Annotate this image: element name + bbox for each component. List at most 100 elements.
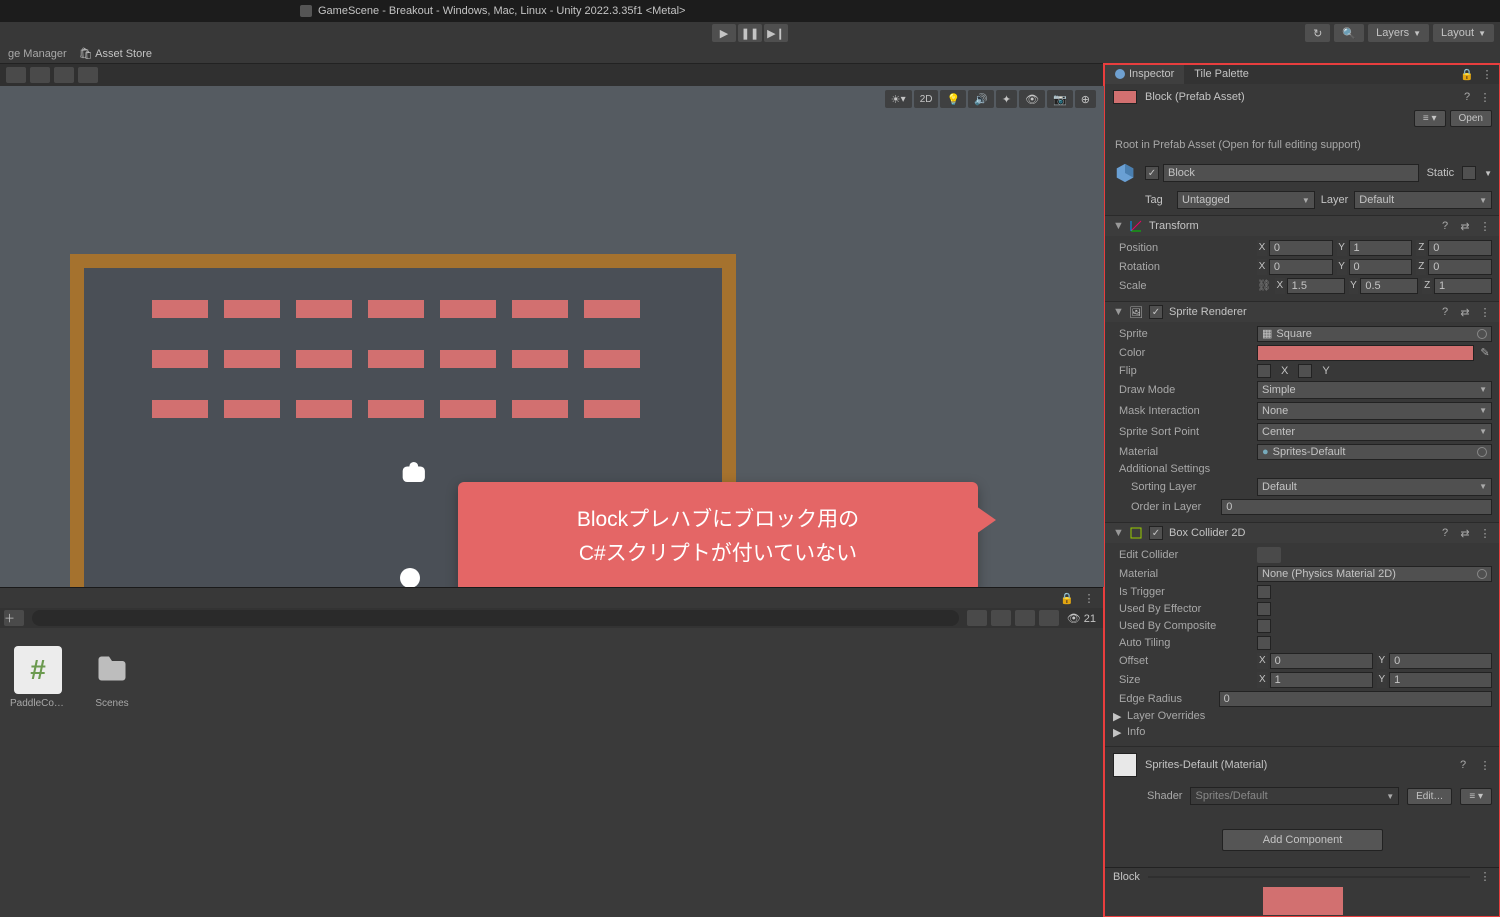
sprite-field[interactable]: ▦Square [1257,326,1492,342]
size-x-input[interactable] [1270,672,1373,688]
radius-input[interactable] [1219,691,1492,707]
package-manager-tab[interactable]: ge Manager [8,48,67,60]
autotile-checkbox[interactable] [1257,636,1271,650]
save-search-button[interactable] [1015,610,1035,626]
project-search-input[interactable] [32,610,959,626]
pos-z-input[interactable] [1428,240,1492,256]
info-label[interactable]: Info [1127,726,1267,738]
gizmos-button[interactable]: ⊕ [1075,90,1096,108]
hidden-packages-button[interactable] [1039,610,1059,626]
tool-snap-button[interactable] [54,67,74,83]
menu-icon[interactable]: ⋮ [1478,305,1492,319]
scene-camera-gizmo[interactable] [402,462,430,482]
layer-dropdown[interactable]: Default▼ [1354,191,1492,209]
shading-mode-button[interactable]: ☀▾ [885,90,912,108]
offset-x-input[interactable] [1270,653,1373,669]
chain-icon[interactable]: ⛓ [1257,279,1271,292]
sortlayer-dropdown[interactable]: Default▼ [1257,478,1492,496]
physics-material-field[interactable]: None (Physics Material 2D) [1257,566,1492,582]
project-add-button[interactable]: ＋ [4,610,24,626]
project-assets[interactable]: # PaddleCon… Scenes [0,628,1104,917]
preset-icon[interactable]: ⇄ [1458,219,1472,233]
effector-checkbox[interactable] [1257,602,1271,616]
static-checkbox[interactable] [1462,166,1476,180]
hidden-button[interactable]: 👁 [1019,90,1045,108]
open-prefab-button[interactable]: Open [1450,110,1492,127]
sprite-renderer-header[interactable]: ▼ 🖼 Sprite Renderer ?⇄⋮ [1105,302,1500,322]
rot-z-input[interactable] [1428,259,1492,275]
help-icon[interactable]: ? [1438,526,1452,540]
panel-menu-icon[interactable]: ⋮ [1082,591,1096,605]
menu-icon[interactable]: ⋮ [1478,219,1492,233]
color-field[interactable] [1257,345,1474,361]
edit-collider-button[interactable] [1257,547,1281,563]
tab-menu-icon[interactable]: ⋮ [1480,67,1494,81]
fold-icon[interactable]: ▶ [1113,710,1123,723]
transform-header[interactable]: ▼ Transform ?⇄⋮ [1105,216,1500,236]
filter-type-button[interactable] [967,610,987,626]
prefab-cube-icon[interactable] [1113,161,1137,185]
menu-icon[interactable]: ⋮ [1478,526,1492,540]
menu-icon[interactable]: ⋮ [1478,758,1492,772]
composite-checkbox[interactable] [1257,619,1271,633]
tool-grid-button[interactable] [30,67,50,83]
help-icon[interactable]: ? [1460,90,1474,104]
drawmode-dropdown[interactable]: Simple▼ [1257,381,1492,399]
preset-icon[interactable]: ⇄ [1458,305,1472,319]
material-section[interactable]: Sprites-Default (Material) ? ⋮ [1105,746,1500,783]
overrides-label[interactable]: Layer Overrides [1127,710,1267,722]
object-picker-icon[interactable] [1477,447,1487,457]
camera-button[interactable]: 📷 [1047,90,1073,108]
tool-incr-button[interactable] [78,67,98,83]
order-input[interactable] [1221,499,1492,515]
offset-y-input[interactable] [1389,653,1492,669]
object-picker-icon[interactable] [1477,329,1487,339]
asset-item[interactable]: Scenes [84,646,140,709]
sortpoint-dropdown[interactable]: Center▼ [1257,423,1492,441]
fx-button[interactable]: ✦ [996,90,1017,108]
shader-menu-button[interactable]: ≡ ▾ [1460,788,1492,805]
asset-item[interactable]: # PaddleCon… [10,646,66,709]
scale-x-input[interactable] [1287,278,1345,294]
flip-x-checkbox[interactable] [1257,364,1271,378]
tool-pivot-button[interactable] [6,67,26,83]
material-field[interactable]: ●Sprites-Default [1257,444,1492,460]
help-icon[interactable]: ? [1438,305,1452,319]
preset-icon[interactable]: ⇄ [1458,526,1472,540]
step-button[interactable]: ▶❙ [764,24,788,42]
footer-menu-icon[interactable]: ⋮ [1478,870,1492,884]
flip-y-checkbox[interactable] [1298,364,1312,378]
scale-y-input[interactable] [1360,278,1418,294]
filter-label-button[interactable] [991,610,1011,626]
header-menu-icon[interactable]: ⋮ [1478,90,1492,104]
undo-history-button[interactable]: ↻ [1305,24,1330,42]
sprite-enabled-checkbox[interactable] [1149,305,1163,319]
pause-button[interactable]: ❚❚ [738,24,762,42]
help-icon[interactable]: ? [1456,758,1470,772]
help-icon[interactable]: ? [1438,219,1452,233]
lock-icon[interactable]: 🔒 [1460,67,1474,81]
scale-z-input[interactable] [1434,278,1492,294]
lighting-button[interactable]: 💡 [940,90,966,108]
asset-store-tab[interactable]: 🛍 Asset Store [79,47,152,60]
shader-edit-button[interactable]: Edit… [1407,788,1452,805]
collider-enabled-checkbox[interactable] [1149,526,1163,540]
size-y-input[interactable] [1389,672,1492,688]
lock-icon[interactable]: 🔒 [1060,591,1074,605]
pos-x-input[interactable] [1269,240,1333,256]
mask-dropdown[interactable]: None▼ [1257,402,1492,420]
tag-dropdown[interactable]: Untagged▼ [1177,191,1315,209]
fold-icon[interactable]: ▶ [1113,726,1123,739]
scene-view[interactable]: ☀▾ 2D 💡 🔊 ✦ 👁 📷 ⊕ [0,86,1104,587]
object-picker-icon[interactable] [1477,569,1487,579]
gameobject-active-checkbox[interactable] [1145,166,1159,180]
overrides-button[interactable]: ≡ ▾ [1414,110,1446,127]
rot-x-input[interactable] [1269,259,1333,275]
pos-y-input[interactable] [1349,240,1413,256]
shader-dropdown[interactable]: Sprites/Default▼ [1190,787,1399,805]
box-collider-header[interactable]: ▼ Box Collider 2D ?⇄⋮ [1105,523,1500,543]
search-button[interactable]: 🔍 [1334,24,1364,42]
audio-button[interactable]: 🔊 [968,90,994,108]
layout-dropdown[interactable]: Layout▼ [1433,24,1494,42]
gameobject-name-input[interactable] [1163,164,1419,182]
